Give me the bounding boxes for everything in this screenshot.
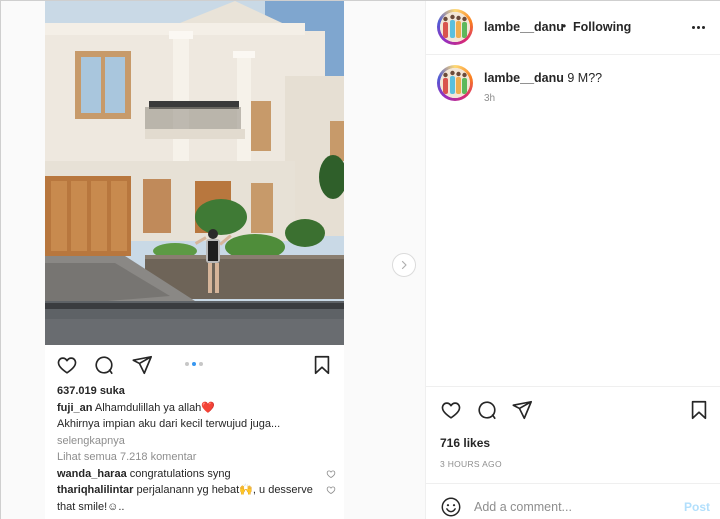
carousel-dot bbox=[199, 362, 203, 366]
carousel-dot bbox=[185, 362, 189, 366]
heart-icon[interactable] bbox=[56, 354, 78, 376]
share-icon[interactable] bbox=[511, 399, 533, 421]
post-timestamp[interactable]: 3 HOURS AGO bbox=[440, 459, 502, 469]
more-link[interactable]: selengkapnya bbox=[57, 433, 342, 450]
comment-input[interactable] bbox=[474, 497, 664, 517]
next-slide-button[interactable] bbox=[392, 253, 416, 277]
emoji-icon[interactable] bbox=[440, 496, 462, 518]
share-icon[interactable] bbox=[131, 354, 153, 376]
comment-text: congratulations syng bbox=[129, 467, 231, 480]
likes-count[interactable]: 716 likes bbox=[440, 436, 490, 450]
avatar-image bbox=[440, 12, 470, 42]
details-pane: lambe__danu • Following lambe__danu 9 M?… bbox=[425, 1, 720, 519]
add-comment-bar: Post bbox=[426, 483, 720, 519]
embedded-actions-bar bbox=[45, 345, 344, 383]
embedded-comment: wanda_haraa congratulations syng bbox=[57, 466, 342, 483]
caption-text: 9 M?? bbox=[567, 71, 603, 85]
chevron-right-icon bbox=[401, 260, 407, 270]
caption-time: 3h bbox=[484, 93, 496, 104]
bookmark-icon[interactable] bbox=[688, 399, 710, 421]
comment-like-icon[interactable] bbox=[326, 485, 336, 495]
media-pane: 637.019 suka fuji_an Alhamdulillah ya al… bbox=[1, 1, 425, 519]
caption-username[interactable]: lambe__danu bbox=[484, 71, 564, 85]
header-separator: • bbox=[562, 19, 567, 33]
post-header: lambe__danu • Following bbox=[426, 1, 720, 55]
bookmark-icon[interactable] bbox=[311, 354, 333, 376]
avatar[interactable] bbox=[437, 9, 473, 45]
embedded-caption-line2: Akhirnya impian aku dari kecil terwujud … bbox=[57, 418, 281, 430]
house-photo bbox=[45, 1, 344, 345]
comment-icon[interactable] bbox=[93, 354, 115, 376]
embedded-comment: thariqhalilintar perjalanann yg hebat🙌, … bbox=[57, 482, 342, 515]
embedded-caption-block: 637.019 suka fuji_an Alhamdulillah ya al… bbox=[57, 383, 342, 515]
header-username[interactable]: lambe__danu bbox=[484, 20, 564, 34]
caption-avatar[interactable] bbox=[437, 65, 473, 101]
embedded-caption-text: Alhamdulillah ya allah bbox=[94, 401, 202, 414]
comment-like-icon[interactable] bbox=[326, 469, 336, 479]
view-all-comments-link[interactable]: Lihat semua 7.218 komentar bbox=[57, 449, 342, 466]
comment-icon[interactable] bbox=[476, 399, 498, 421]
comments-area: lambe__danu 9 M?? 3h bbox=[426, 56, 720, 386]
comment-user[interactable]: thariqhalilintar bbox=[57, 484, 133, 496]
carousel-dots bbox=[185, 362, 203, 366]
actions-section: 716 likes 3 HOURS AGO bbox=[426, 386, 720, 483]
heart-emoji: ❤️ bbox=[201, 401, 216, 414]
carousel-dot-active bbox=[192, 362, 196, 366]
post-comment-button[interactable]: Post bbox=[684, 500, 710, 514]
avatar-image bbox=[440, 68, 470, 98]
following-button[interactable]: Following bbox=[573, 20, 631, 34]
embedded-caption-user[interactable]: fuji_an bbox=[57, 402, 92, 414]
embedded-caption: fuji_an Alhamdulillah ya allah❤️ bbox=[57, 400, 342, 417]
embedded-post-screenshot[interactable]: 637.019 suka fuji_an Alhamdulillah ya al… bbox=[45, 1, 344, 519]
post-modal: 637.019 suka fuji_an Alhamdulillah ya al… bbox=[0, 0, 720, 519]
more-horizontal-icon[interactable] bbox=[688, 19, 708, 35]
embedded-likes-count[interactable]: 637.019 suka bbox=[57, 383, 342, 400]
post-caption: lambe__danu 9 M?? bbox=[484, 71, 602, 85]
like-heart-icon[interactable] bbox=[440, 399, 462, 421]
comment-user[interactable]: wanda_haraa bbox=[57, 468, 127, 480]
